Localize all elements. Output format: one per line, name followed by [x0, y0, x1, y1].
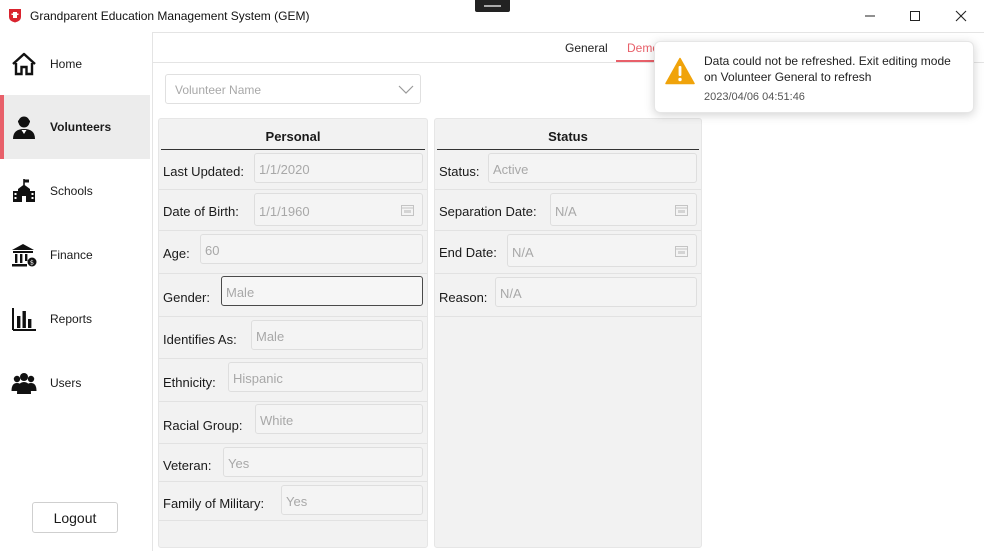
veteran-label: Veteran: — [163, 458, 212, 473]
status-value: Active — [493, 162, 529, 177]
sidebar: Home Volunteers Schools $ Finance Report… — [0, 32, 151, 551]
end-date-value: N/A — [512, 245, 534, 260]
separation-date-picker[interactable]: N/A — [550, 193, 697, 226]
minimize-icon — [865, 15, 875, 17]
maximize-button[interactable] — [892, 0, 938, 32]
gender-value: Male — [226, 285, 255, 300]
status-panel: Status Status: Active Separation Date: N… — [434, 118, 702, 548]
window-title: Grandparent Education Management System … — [30, 9, 310, 23]
toast-timestamp: 2023/04/06 04:51:46 — [704, 91, 805, 103]
sidebar-item-label: Reports — [50, 312, 93, 326]
row-family-of-military: Family of Military: Yes — [159, 482, 427, 521]
row-ethnicity: Ethnicity: Hispanic — [159, 359, 427, 402]
warning-toast[interactable]: Data could not be refreshed. Exit editin… — [654, 41, 974, 113]
ethnicity-field[interactable]: Hispanic — [228, 362, 423, 392]
row-veteran: Veteran: Yes — [159, 444, 427, 482]
sidebar-item-label: Home — [50, 57, 83, 71]
sidebar-item-label: Finance — [50, 248, 93, 262]
calendar-icon[interactable] — [675, 204, 688, 216]
bank-icon: $ — [12, 244, 37, 267]
close-icon — [955, 10, 967, 22]
row-racial-group: Racial Group: White — [159, 402, 427, 444]
sidebar-item-finance[interactable]: $ Finance — [0, 223, 150, 287]
row-end-date: End Date: N/A — [435, 231, 701, 274]
title-bar: Grandparent Education Management System … — [0, 0, 984, 32]
sidebar-item-label: Volunteers — [50, 120, 112, 134]
row-identifies-as: Identifies As: Male — [159, 317, 427, 359]
volunteer-select-placeholder: Volunteer Name — [175, 83, 262, 97]
calendar-icon[interactable] — [675, 245, 688, 257]
identifies-as-label: Identifies As: — [163, 332, 237, 347]
identifies-as-value: Male — [256, 329, 285, 344]
separation-date-value: N/A — [555, 204, 577, 219]
dob-label: Date of Birth: — [163, 204, 239, 219]
users-icon — [11, 373, 37, 394]
sidebar-item-home[interactable]: Home — [0, 32, 150, 96]
bar-chart-icon — [12, 308, 36, 331]
chevron-down-icon — [398, 85, 414, 94]
ethnicity-value: Hispanic — [233, 371, 283, 386]
ethnicity-label: Ethnicity: — [163, 375, 216, 390]
reason-value: N/A — [500, 286, 522, 301]
age-field[interactable]: 60 — [200, 234, 423, 264]
gender-field[interactable]: Male — [221, 276, 423, 306]
sidebar-item-volunteers[interactable]: Volunteers — [0, 95, 150, 159]
toast-message: Data could not be refreshed. Exit editin… — [704, 54, 951, 84]
age-label: Age: — [163, 246, 190, 261]
racial-group-value: White — [260, 413, 294, 428]
reason-label: Reason: — [439, 290, 488, 305]
last-updated-field[interactable]: 1/1/2020 — [254, 153, 423, 183]
row-date-of-birth: Date of Birth: 1/1/1960 — [159, 190, 427, 231]
reason-field[interactable]: N/A — [495, 277, 697, 307]
status-label: Status: — [439, 164, 480, 179]
maximize-icon — [910, 11, 920, 21]
volunteer-icon — [13, 116, 35, 139]
sidebar-item-label: Schools — [50, 184, 93, 198]
status-field[interactable]: Active — [488, 153, 697, 183]
veteran-value: Yes — [228, 456, 250, 471]
row-age: Age: 60 — [159, 231, 427, 274]
age-value: 60 — [205, 243, 220, 258]
app-logo-icon — [9, 9, 21, 23]
personal-panel: Personal Last Updated: 1/1/2020 Date of … — [158, 118, 428, 548]
logout-button[interactable]: Logout — [32, 502, 118, 533]
minimize-button[interactable] — [847, 0, 893, 32]
status-header: Status — [437, 124, 699, 150]
row-status: Status: Active — [435, 152, 701, 190]
sidebar-item-label: Users — [50, 376, 82, 390]
row-reason: Reason: N/A — [435, 274, 701, 317]
separation-date-label: Separation Date: — [439, 204, 537, 219]
dob-value: 1/1/1960 — [259, 204, 310, 219]
tab-general[interactable]: General — [565, 41, 608, 55]
svg-text:$: $ — [30, 259, 34, 267]
personal-header: Personal — [161, 124, 425, 150]
dob-date-picker[interactable]: 1/1/1960 — [254, 193, 423, 226]
family-of-military-value: Yes — [286, 494, 308, 509]
calendar-icon[interactable] — [401, 204, 414, 216]
end-date-picker[interactable]: N/A — [507, 234, 697, 267]
veteran-field[interactable]: Yes — [223, 447, 423, 477]
gender-label: Gender: — [163, 290, 210, 305]
sidebar-item-reports[interactable]: Reports — [0, 287, 150, 351]
row-gender: Gender: Male — [159, 274, 427, 317]
end-date-label: End Date: — [439, 245, 497, 260]
family-of-military-field[interactable]: Yes — [281, 485, 423, 515]
close-button[interactable] — [938, 0, 984, 32]
row-last-updated: Last Updated: 1/1/2020 — [159, 152, 427, 190]
identifies-as-field[interactable]: Male — [251, 320, 423, 350]
racial-group-field[interactable]: White — [255, 404, 423, 434]
racial-group-label: Racial Group: — [163, 418, 243, 433]
sidebar-item-users[interactable]: Users — [0, 351, 150, 415]
school-icon — [13, 179, 35, 202]
warning-icon — [665, 57, 695, 85]
row-separation-date: Separation Date: N/A — [435, 190, 701, 231]
family-of-military-label: Family of Military: — [163, 496, 265, 511]
volunteer-name-select[interactable]: Volunteer Name — [165, 74, 421, 104]
sidebar-item-schools[interactable]: Schools — [0, 159, 150, 223]
home-icon — [12, 52, 36, 76]
last-updated-value: 1/1/2020 — [259, 162, 310, 177]
drag-handle[interactable] — [475, 0, 510, 12]
last-updated-label: Last Updated: — [163, 164, 244, 179]
